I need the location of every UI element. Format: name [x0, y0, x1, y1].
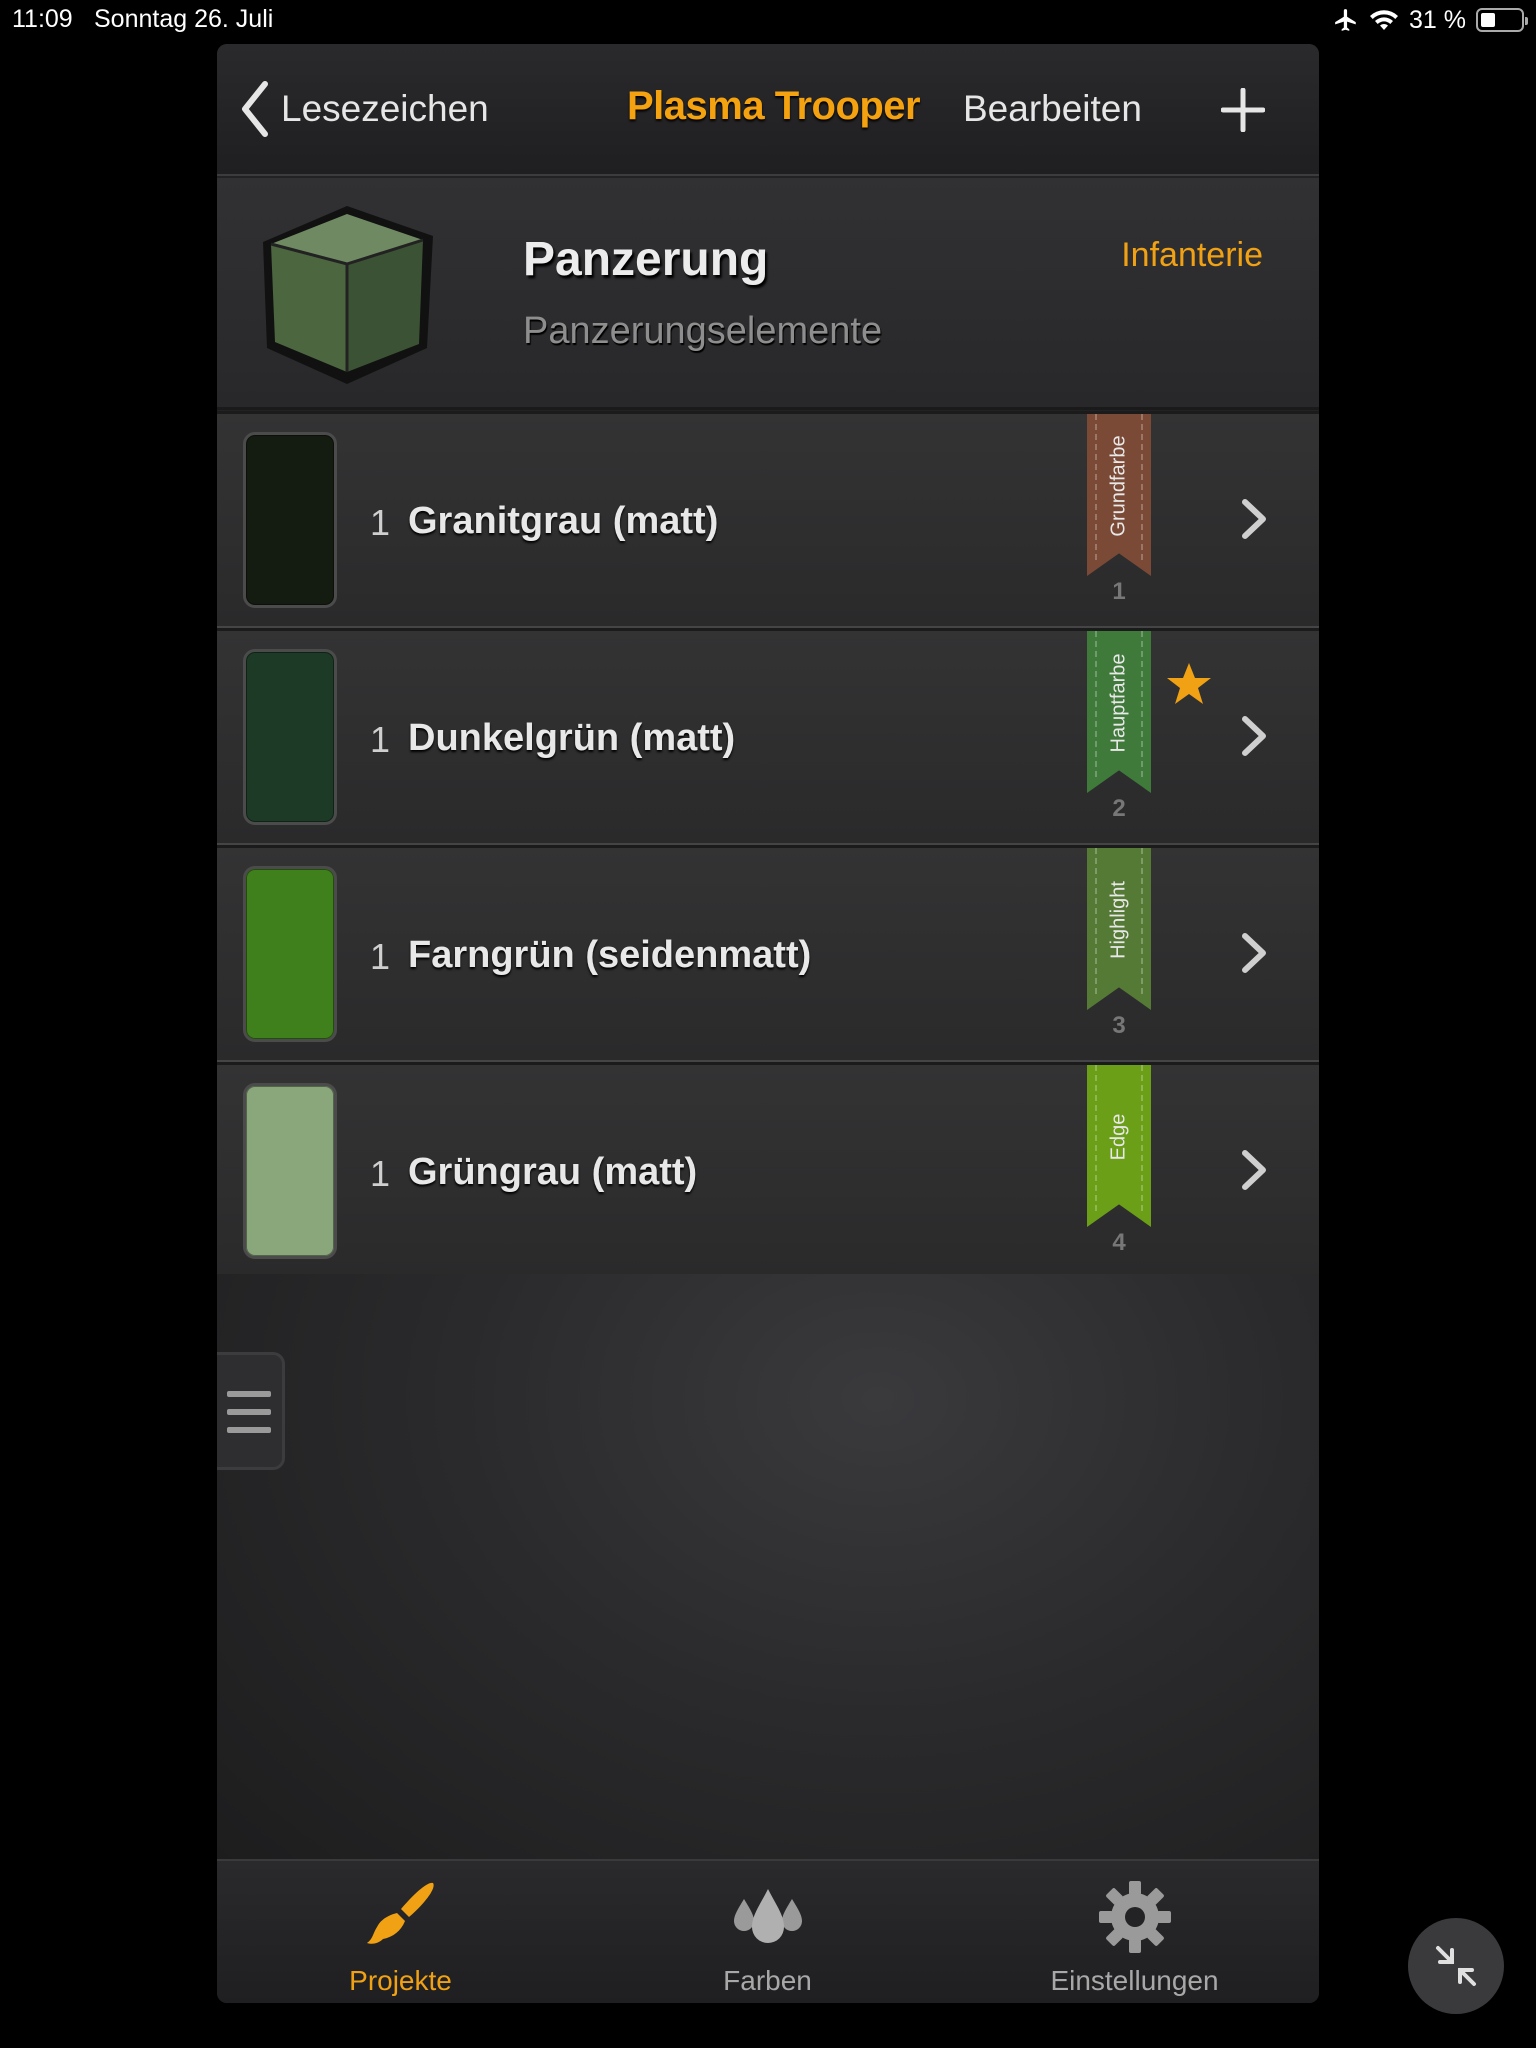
- color-swatch: [243, 1083, 337, 1259]
- tab-farben[interactable]: Farben: [584, 1861, 951, 2003]
- chevron-right-icon: [1242, 1150, 1266, 1190]
- paint-row-dunkelgruen[interactable]: 1 Dunkelgrün (matt) Hauptfarbe 2: [217, 628, 1319, 845]
- color-swatch: [243, 866, 337, 1042]
- wifi-icon: [1370, 10, 1399, 30]
- step-number: 3: [1112, 1012, 1126, 1039]
- section-header: Panzerung Panzerungselemente Infanterie: [217, 178, 1319, 410]
- page-title: Plasma Trooper: [627, 84, 921, 128]
- step-number: 1: [1112, 578, 1126, 605]
- back-label: Lesezeichen: [281, 88, 489, 129]
- tab-label: Projekte: [349, 1965, 452, 1996]
- color-swatch: [243, 432, 337, 608]
- tab-bar: Projekte Farben Einstellungen: [217, 1859, 1319, 2003]
- role-label: Edge: [1107, 1113, 1130, 1161]
- section-subtitle: Panzerungselemente: [523, 310, 883, 352]
- status-date: Sonntag 26. Juli: [94, 5, 274, 33]
- gear-icon: [1098, 1881, 1171, 1953]
- section-title: Panzerung: [523, 233, 769, 286]
- paint-name: Granitgrau (matt): [408, 500, 719, 542]
- paint-quantity: 1: [370, 502, 391, 543]
- chevron-right-icon: [1242, 716, 1266, 756]
- airplane-icon: [1335, 9, 1356, 31]
- drawer-handle[interactable]: [217, 1352, 285, 1470]
- status-time: 11:09: [12, 5, 73, 33]
- chevron-left-icon: [242, 81, 268, 137]
- paint-list: 1 Granitgrau (matt) Grundfarbe 1 1 Dunke…: [217, 411, 1319, 1279]
- battery-icon: [1476, 8, 1528, 32]
- color-swatch: [243, 649, 337, 825]
- role-label: Grundfarbe: [1107, 435, 1130, 537]
- tab-projekte[interactable]: Projekte: [217, 1861, 584, 2003]
- tab-label: Farben: [723, 1965, 812, 1996]
- role-ribbon: Highlight: [1087, 848, 1151, 1010]
- plus-icon[interactable]: [1221, 88, 1265, 132]
- chevron-right-icon: [1242, 933, 1266, 973]
- app-window: Lesezeichen Plasma Trooper Bearbeiten Pa…: [217, 44, 1319, 2003]
- battery-percent: 31 %: [1409, 5, 1466, 34]
- paint-name: Dunkelgrün (matt): [408, 717, 736, 759]
- back-button[interactable]: Lesezeichen: [239, 74, 489, 144]
- paint-quantity: 1: [370, 936, 391, 977]
- role-ribbon: Grundfarbe: [1087, 414, 1151, 576]
- paint-row-granitgrau[interactable]: 1 Granitgrau (matt) Grundfarbe 1: [217, 411, 1319, 628]
- cube-icon: [263, 206, 433, 384]
- collapse-icon: [1436, 1946, 1476, 1986]
- brush-icon: [366, 1882, 434, 1944]
- collapse-button[interactable]: [1408, 1918, 1504, 2014]
- paint-name: Farngrün (seidenmatt): [408, 934, 812, 976]
- edit-button[interactable]: Bearbeiten: [963, 88, 1142, 130]
- status-bar: 11:09 Sonntag 26. Juli 31 %: [0, 0, 1536, 40]
- empty-area: [217, 1274, 1319, 1902]
- role-ribbon: Edge: [1087, 1065, 1151, 1227]
- tab-label: Einstellungen: [1050, 1965, 1219, 1996]
- paint-row-farngruen[interactable]: 1 Farngrün (seidenmatt) Highlight 3: [217, 845, 1319, 1062]
- category-label: Infanterie: [1121, 236, 1263, 274]
- role-label: Highlight: [1107, 881, 1130, 959]
- step-number: 2: [1112, 795, 1126, 822]
- drops-icon: [733, 1889, 802, 1943]
- star-icon: [1167, 663, 1211, 704]
- role-ribbon: Hauptfarbe: [1087, 631, 1151, 793]
- navigation-bar: Lesezeichen Plasma Trooper Bearbeiten: [217, 44, 1319, 176]
- chevron-right-icon: [1242, 499, 1266, 539]
- paint-quantity: 1: [370, 1153, 391, 1194]
- status-indicators: 31 %: [1333, 4, 1528, 36]
- paint-row-gruengrau[interactable]: 1 Grüngrau (matt) Edge 4: [217, 1062, 1319, 1279]
- step-number: 4: [1112, 1229, 1126, 1256]
- role-label: Hauptfarbe: [1107, 653, 1130, 753]
- tab-einstellungen[interactable]: Einstellungen: [951, 1861, 1318, 2003]
- paint-quantity: 1: [370, 719, 391, 760]
- paint-name: Grüngrau (matt): [408, 1151, 698, 1193]
